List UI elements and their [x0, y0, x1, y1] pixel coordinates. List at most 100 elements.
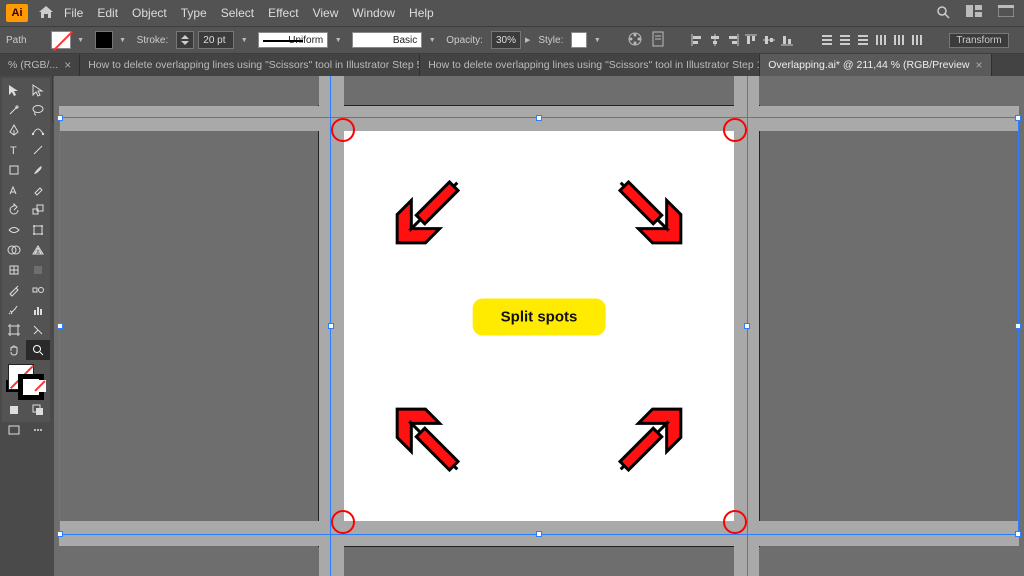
- column-graph-tool-icon[interactable]: [26, 300, 50, 320]
- dist-right-icon[interactable]: [909, 32, 925, 48]
- fill-swatch-icon[interactable]: [51, 31, 71, 49]
- eraser-tool-icon[interactable]: [26, 180, 50, 200]
- app-logo: Ai: [6, 4, 28, 22]
- stroke-weight-control[interactable]: ▼: [176, 31, 250, 49]
- magic-wand-tool-icon[interactable]: [2, 100, 26, 120]
- type-tool-icon[interactable]: T: [2, 140, 26, 160]
- rectangle-tool-icon[interactable]: [2, 160, 26, 180]
- width-profile-preview[interactable]: Uniform: [258, 32, 328, 48]
- stroke-dropdown-icon[interactable]: ▼: [117, 37, 129, 44]
- align-vcenter-icon[interactable]: [761, 32, 777, 48]
- document-tab[interactable]: Overlapping.ai* @ 211,44 % (RGB/Preview …: [760, 54, 991, 76]
- shaper-tool-icon[interactable]: [2, 180, 26, 200]
- paintbrush-tool-icon[interactable]: [26, 160, 50, 180]
- screen-mode-icon[interactable]: [2, 420, 26, 440]
- brush-dropdown-icon[interactable]: ▼: [426, 37, 438, 44]
- document-tab[interactable]: How to delete overlapping lines using "S…: [420, 54, 760, 76]
- dist-bottom-icon[interactable]: [855, 32, 871, 48]
- curvature-tool-icon[interactable]: [26, 120, 50, 140]
- close-icon[interactable]: ×: [976, 58, 983, 72]
- align-top-icon[interactable]: [743, 32, 759, 48]
- stroke-color-control[interactable]: ▼: [95, 31, 129, 49]
- arrange-documents-icon[interactable]: [998, 5, 1014, 17]
- rotate-tool-icon[interactable]: [2, 200, 26, 220]
- menu-type[interactable]: Type: [181, 6, 207, 20]
- perspective-grid-tool-icon[interactable]: [26, 240, 50, 260]
- document-tab[interactable]: How to delete overlapping lines using "S…: [80, 54, 420, 76]
- transform-panel-button[interactable]: Transform: [949, 33, 1008, 48]
- hand-tool-icon[interactable]: [2, 340, 26, 360]
- scale-tool-icon[interactable]: [26, 200, 50, 220]
- dist-hcenter-icon[interactable]: [891, 32, 907, 48]
- style-swatch-icon[interactable]: [571, 32, 587, 48]
- gradient-tool-icon[interactable]: [26, 260, 50, 280]
- stroke-swatch-icon[interactable]: [95, 31, 113, 49]
- artboard-tool-icon[interactable]: [2, 320, 26, 340]
- color-mode-none-icon[interactable]: [34, 380, 46, 392]
- zoom-tool-icon[interactable]: [26, 340, 50, 360]
- home-icon[interactable]: [38, 5, 54, 22]
- style-dropdown-icon[interactable]: ▼: [591, 37, 603, 44]
- fill-dropdown-icon[interactable]: ▼: [75, 37, 87, 44]
- edit-toolbar-icon[interactable]: [26, 420, 50, 440]
- menu-window[interactable]: Window: [352, 6, 395, 20]
- align-right-icon[interactable]: [725, 32, 741, 48]
- lasso-tool-icon[interactable]: [26, 100, 50, 120]
- align-bottom-icon[interactable]: [779, 32, 795, 48]
- align-controls: [689, 32, 795, 48]
- opacity-input[interactable]: [491, 31, 521, 49]
- workspace-switcher-icon[interactable]: [966, 5, 982, 17]
- slice-tool-icon[interactable]: [26, 320, 50, 340]
- align-left-icon[interactable]: [689, 32, 705, 48]
- selection-handle[interactable]: [57, 115, 63, 121]
- selection-handle[interactable]: [328, 323, 334, 329]
- menu-edit[interactable]: Edit: [97, 6, 118, 20]
- menu-select[interactable]: Select: [221, 6, 254, 20]
- selection-handle[interactable]: [536, 115, 542, 121]
- brush-definition-control[interactable]: Basic ▼: [352, 32, 438, 48]
- doc-setup-icon[interactable]: [651, 31, 665, 50]
- direct-selection-tool-icon[interactable]: [26, 80, 50, 100]
- stroke-weight-dropdown-icon[interactable]: ▼: [238, 37, 250, 44]
- width-tool-icon[interactable]: [2, 220, 26, 240]
- variable-width-profile-control[interactable]: Uniform ▼: [258, 32, 344, 48]
- pen-tool-icon[interactable]: [2, 120, 26, 140]
- selection-handle[interactable]: [1015, 115, 1021, 121]
- stroke-weight-stepper-icon[interactable]: [176, 31, 194, 49]
- mesh-tool-icon[interactable]: [2, 260, 26, 280]
- width-profile-dropdown-icon[interactable]: ▼: [332, 37, 344, 44]
- close-icon[interactable]: ×: [64, 58, 71, 72]
- menu-effect[interactable]: Effect: [268, 6, 298, 20]
- opacity-dropdown-icon[interactable]: ▶: [525, 36, 530, 44]
- blend-tool-icon[interactable]: [26, 280, 50, 300]
- search-icon[interactable]: [936, 5, 950, 22]
- menu-help[interactable]: Help: [409, 6, 434, 20]
- dist-top-icon[interactable]: [819, 32, 835, 48]
- document-tab[interactable]: % (RGB/... ×: [0, 54, 80, 76]
- menu-file[interactable]: File: [64, 6, 83, 20]
- eyedropper-tool-icon[interactable]: [2, 280, 26, 300]
- selection-handle[interactable]: [57, 323, 63, 329]
- line-tool-icon[interactable]: [26, 140, 50, 160]
- recolor-artwork-icon[interactable]: [627, 31, 643, 50]
- selection-handle[interactable]: [1015, 531, 1021, 537]
- menu-object[interactable]: Object: [132, 6, 167, 20]
- align-hcenter-icon[interactable]: [707, 32, 723, 48]
- stroke-weight-input[interactable]: [198, 31, 234, 49]
- dist-left-icon[interactable]: [873, 32, 889, 48]
- document-viewport[interactable]: Split spots: [54, 76, 1024, 576]
- graphic-style-control[interactable]: ▼: [571, 32, 603, 48]
- selection-tool-icon[interactable]: [2, 80, 26, 100]
- selection-handle[interactable]: [536, 531, 542, 537]
- menu-view[interactable]: View: [313, 6, 339, 20]
- shape-builder-tool-icon[interactable]: [2, 240, 26, 260]
- selection-handle[interactable]: [1015, 323, 1021, 329]
- fill-control[interactable]: ▼: [51, 31, 87, 49]
- brush-preview[interactable]: Basic: [352, 32, 422, 48]
- selection-handle[interactable]: [744, 323, 750, 329]
- symbol-sprayer-tool-icon[interactable]: [2, 300, 26, 320]
- free-transform-tool-icon[interactable]: [26, 220, 50, 240]
- selection-handle[interactable]: [57, 531, 63, 537]
- dist-vcenter-icon[interactable]: [837, 32, 853, 48]
- opacity-control[interactable]: ▶: [491, 31, 530, 49]
